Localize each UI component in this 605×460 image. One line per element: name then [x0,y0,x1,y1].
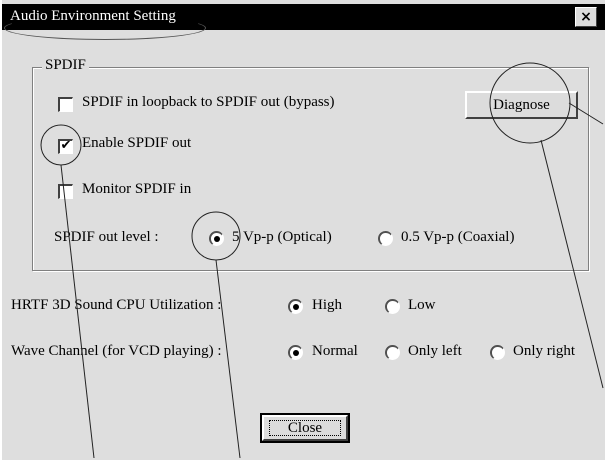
radio-wave-only-right[interactable] [490,345,505,360]
loopback-label[interactable]: SPDIF in loopback to SPDIF out (bypass) [82,94,335,111]
radio-wave-only-left-label[interactable]: Only left [408,343,462,360]
radio-wave-normal-label[interactable]: Normal [312,343,358,360]
audio-environment-dialog: Audio Environment Setting × SPDIF SPDIF … [0,0,605,460]
close-button-face: Close [262,415,348,441]
title-annotation-circle [4,16,206,40]
radio-optical-label[interactable]: 5 Vp-p (Optical) [232,229,332,246]
radio-wave-normal[interactable] [288,345,303,360]
close-icon[interactable]: × [575,7,597,27]
focus-indicator [269,420,341,436]
spdif-group-label: SPDIF [42,57,89,74]
radio-selected-dot [293,350,299,356]
diagnose-button[interactable]: Diagnose [465,91,578,119]
radio-selected-dot [293,304,299,310]
monitor-spdif-in-label[interactable]: Monitor SPDIF in [82,181,191,198]
hrtf-label: HRTF 3D Sound CPU Utilization : [11,297,222,313]
diagnose-label: Diagnose [493,97,550,113]
radio-hrtf-low-label[interactable]: Low [408,297,436,314]
enable-spdif-out-checkbox[interactable]: ✔ [58,138,73,154]
close-button[interactable]: Close [260,413,350,443]
loopback-checkbox[interactable] [58,97,73,112]
radio-hrtf-low[interactable] [385,299,400,314]
radio-coaxial[interactable] [378,231,393,246]
radio-wave-only-right-label[interactable]: Only right [513,343,575,360]
radio-optical[interactable] [209,231,224,246]
spdif-out-level-label: SPDIF out level : [54,229,159,245]
radio-hrtf-high-label[interactable]: High [312,297,342,314]
wave-channel-label: Wave Channel (for VCD playing) : [11,343,222,359]
radio-wave-only-left[interactable] [385,345,400,360]
radio-selected-dot [214,236,220,242]
radio-coaxial-label[interactable]: 0.5 Vp-p (Coaxial) [401,229,514,246]
check-icon: ✔ [60,138,72,153]
radio-hrtf-high[interactable] [288,299,303,314]
enable-spdif-out-label[interactable]: Enable SPDIF out [82,135,191,152]
monitor-spdif-in-checkbox[interactable] [58,184,73,199]
